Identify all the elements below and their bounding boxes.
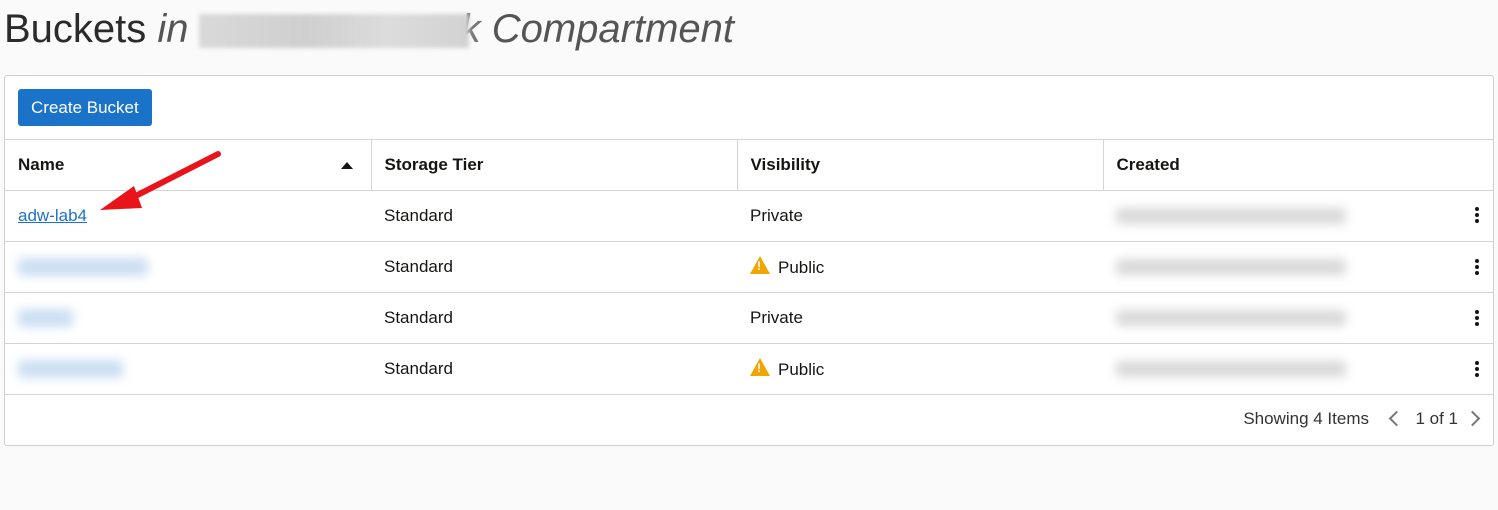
chevron-left-icon[interactable] (1388, 410, 1405, 427)
cell-name (5, 241, 371, 293)
column-header-visibility[interactable]: Visibility (737, 140, 1104, 191)
page-title-in: in (157, 7, 189, 51)
cell-storage-tier: Standard (371, 343, 737, 395)
create-bucket-button[interactable]: Create Bucket (18, 89, 152, 126)
toolbar: Create Bucket (5, 76, 1493, 140)
warning-icon (750, 255, 770, 274)
page-title-compartment: Compartment (491, 7, 734, 51)
redacted-bucket-link[interactable] (18, 360, 123, 379)
page-title-main: Buckets (4, 7, 147, 51)
page-indicator: 1 of 1 (1415, 409, 1458, 428)
cell-name (5, 292, 371, 344)
cell-name (5, 343, 371, 395)
buckets-panel: Create Bucket Name Storage Tier Visibili… (4, 75, 1494, 446)
column-header-storage-tier[interactable]: Storage Tier (371, 140, 738, 191)
redacted-bucket-link[interactable] (18, 309, 73, 328)
bucket-link[interactable]: adw-lab4 (18, 206, 87, 225)
redacted-created-date (1116, 208, 1346, 225)
column-header-created[interactable]: Created (1103, 140, 1493, 191)
table-row: Standard Private (5, 292, 1493, 344)
chevron-right-icon[interactable] (1464, 410, 1481, 427)
cell-storage-tier: Standard (371, 241, 737, 293)
redacted-created-date (1116, 361, 1346, 378)
redacted-created-date (1116, 310, 1346, 327)
cell-visibility: Public (737, 343, 1103, 395)
showing-count: Showing 4 Items (1243, 409, 1369, 428)
redacted-bucket-link[interactable] (18, 258, 148, 277)
kebab-menu-icon[interactable] (1475, 257, 1479, 277)
cell-visibility: Public (737, 241, 1103, 293)
page-title: Buckets in k Compartment (4, 4, 734, 54)
warning-icon (750, 357, 770, 376)
kebab-menu-icon[interactable] (1475, 359, 1479, 379)
table-row: Standard Public (5, 343, 1493, 395)
redacted-compartment-name (198, 14, 469, 48)
cell-visibility: Private (737, 190, 1103, 242)
redacted-created-date (1116, 259, 1346, 276)
cell-created (1103, 190, 1493, 242)
annotation-arrow (100, 151, 221, 210)
sort-ascending-icon (340, 162, 353, 169)
kebab-menu-icon[interactable] (1475, 205, 1479, 225)
kebab-menu-icon[interactable] (1475, 308, 1479, 328)
cell-created (1103, 292, 1493, 344)
cell-storage-tier: Standard (371, 190, 737, 242)
cell-created (1103, 343, 1493, 395)
cell-visibility: Private (737, 292, 1103, 344)
cell-created (1103, 241, 1493, 293)
cell-storage-tier: Standard (371, 292, 737, 344)
table-row: Standard Public (5, 241, 1493, 293)
table-footer: Showing 4 Items 1 of 1 (5, 394, 1493, 445)
